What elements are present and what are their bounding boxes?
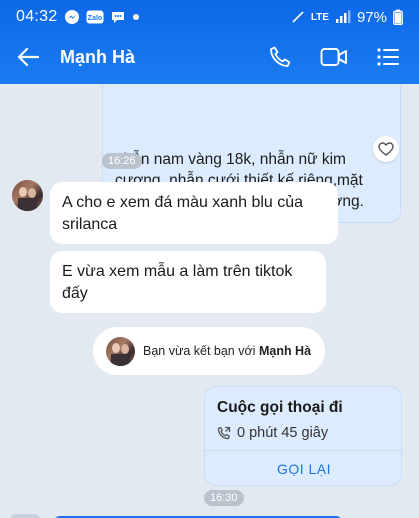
status-left: 04:32 Zalo xyxy=(16,8,140,26)
avatar-partial xyxy=(10,514,40,518)
app-bar: Mạnh Hà xyxy=(0,34,419,80)
back-button[interactable] xyxy=(0,34,56,80)
heart-icon xyxy=(378,142,394,156)
voice-call-button[interactable] xyxy=(257,34,303,80)
call-back-button[interactable]: GỌI LẠI xyxy=(205,451,401,485)
friend-added-text: Bạn vừa kết bạn với Mạnh Hà xyxy=(143,344,311,358)
list-menu-icon xyxy=(377,48,399,66)
chat-area[interactable]: nhẫn nam vàng 18k, nhẫn nữ kim cương, nh… xyxy=(0,80,419,518)
zalo-icon: Zalo xyxy=(86,10,104,24)
timestamp: 16:30 xyxy=(204,490,244,506)
status-time: 04:32 xyxy=(16,8,58,25)
battery-level: 97% xyxy=(356,8,387,26)
status-bar: 04:32 Zalo LTE 97% xyxy=(0,0,419,34)
react-button[interactable] xyxy=(373,136,399,162)
friend-added-name: Mạnh Hà xyxy=(258,344,312,358)
video-camera-icon xyxy=(320,48,347,66)
video-call-button[interactable] xyxy=(311,34,357,80)
signal-icon xyxy=(335,10,351,24)
incoming-message-text: E vừa xem mẫu a làm trên tiktok đấy xyxy=(62,263,293,302)
contact-avatar[interactable] xyxy=(12,180,43,211)
timestamp: 16:26 xyxy=(102,153,142,169)
dot-icon xyxy=(132,13,140,21)
messenger-icon xyxy=(64,9,80,25)
call-duration-text: 0 phút 45 giây xyxy=(237,425,329,441)
mute-icon xyxy=(291,10,305,24)
svg-text:Zalo: Zalo xyxy=(87,15,101,22)
incoming-message-text: A cho e xem đá màu xanh blu của srilanca xyxy=(62,194,304,233)
contact-avatar-small xyxy=(106,336,135,366)
chat-notification-icon xyxy=(110,9,126,25)
network-label: LTE xyxy=(310,11,329,23)
friend-added-notice: Bạn vừa kết bạn với Mạnh Hà xyxy=(93,327,325,375)
phone-icon xyxy=(270,46,291,67)
outgoing-call-card[interactable]: Cuộc gọi thoại đi 0 phút 45 giây GỌI LẠI xyxy=(204,386,402,486)
contact-name[interactable]: Mạnh Hà xyxy=(60,47,135,68)
incoming-message[interactable]: E vừa xem mẫu a làm trên tiktok đấy xyxy=(50,251,326,313)
outgoing-call-icon xyxy=(217,426,231,440)
menu-button[interactable] xyxy=(365,34,411,80)
status-right: LTE 97% xyxy=(291,9,403,26)
friend-added-prefix: Bạn vừa kết bạn với xyxy=(143,344,256,358)
incoming-message[interactable]: A cho e xem đá màu xanh blu của srilanca xyxy=(50,182,338,244)
arrow-left-icon xyxy=(17,47,39,67)
call-title: Cuộc gọi thoại đi xyxy=(217,399,343,416)
battery-icon xyxy=(393,9,403,25)
call-duration: 0 phút 45 giây xyxy=(217,425,328,441)
chat-header: 04:32 Zalo LTE 97% Mạnh Hà xyxy=(0,0,419,84)
header-actions xyxy=(257,34,419,80)
